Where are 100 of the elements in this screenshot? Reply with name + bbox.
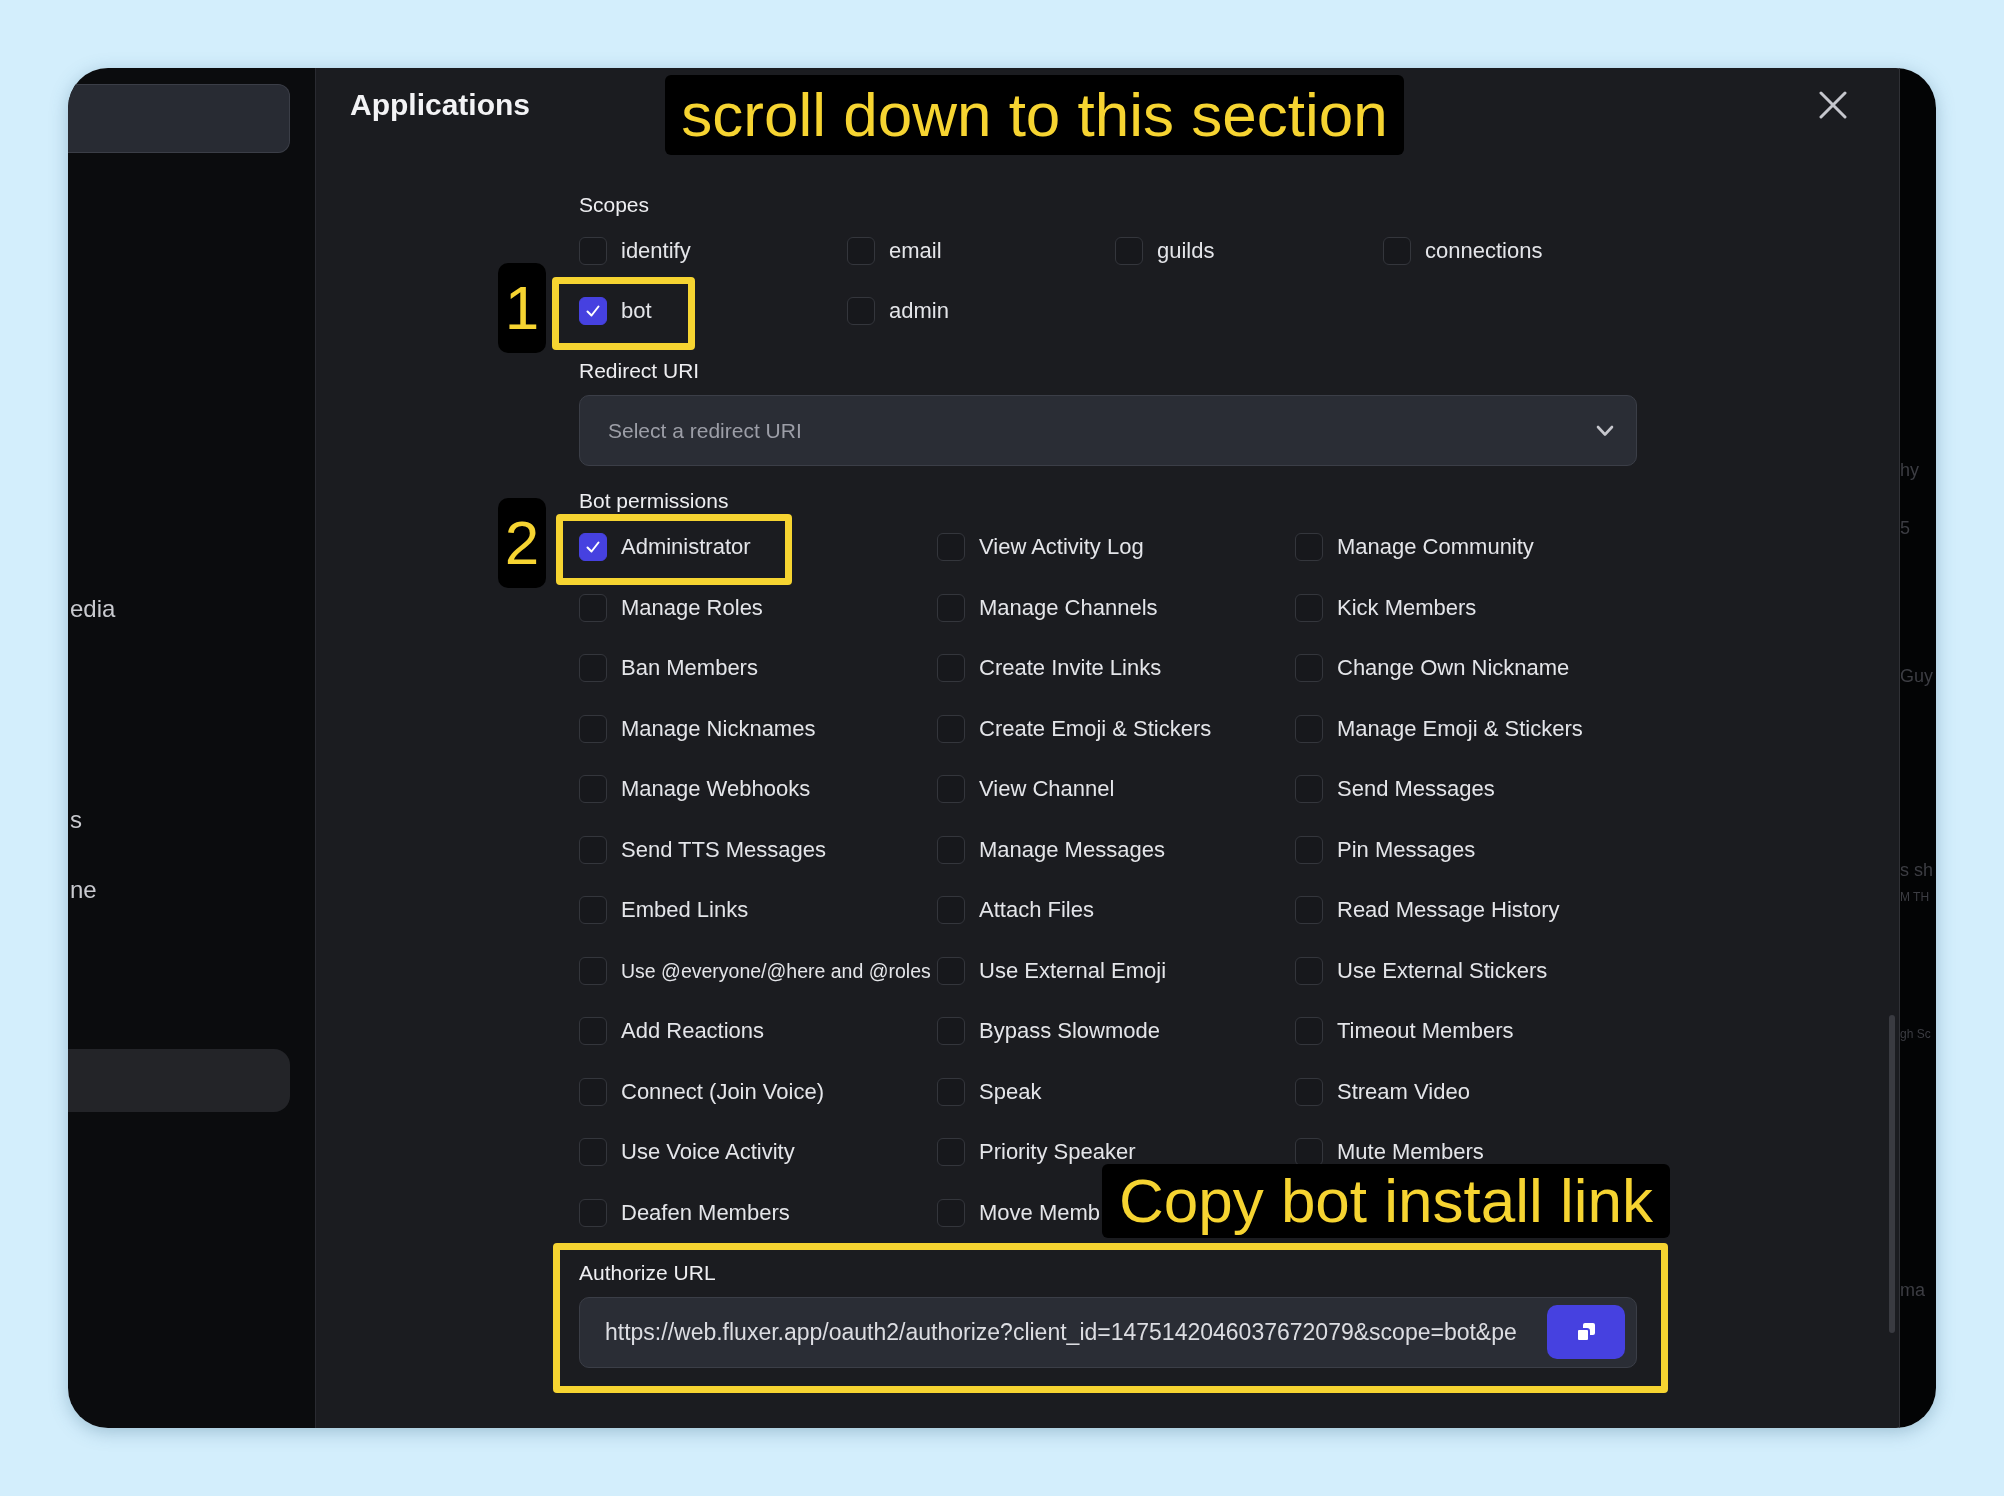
section-label: Scopes bbox=[579, 192, 650, 218]
checkbox[interactable] bbox=[937, 1138, 965, 1166]
checkbox[interactable] bbox=[937, 593, 965, 622]
check-icon bbox=[585, 539, 601, 555]
checkbox[interactable] bbox=[937, 714, 965, 743]
checkbox[interactable] bbox=[847, 237, 875, 265]
checkbox[interactable] bbox=[937, 1017, 965, 1045]
checkbox-label: Bypass Slowmode bbox=[979, 1018, 1160, 1044]
sidebar-item[interactable]: edia bbox=[68, 595, 116, 623]
checkbox-label: Manage Nicknames bbox=[621, 715, 816, 742]
checkbox[interactable] bbox=[937, 1198, 965, 1227]
checkbox[interactable] bbox=[579, 1138, 607, 1166]
checkbox-label: Manage Emoji & Stickers bbox=[1337, 715, 1583, 742]
background-text: ma bbox=[1900, 1279, 1925, 1301]
checkbox-label: guilds bbox=[1157, 238, 1215, 264]
checkbox[interactable] bbox=[579, 1017, 607, 1045]
checkbox-label: Use @everyone/@here and @roles bbox=[621, 958, 931, 984]
checkbox-label: Add Reactions bbox=[621, 1018, 765, 1044]
checkbox[interactable] bbox=[847, 297, 875, 325]
sidebar-item[interactable]: ne bbox=[68, 876, 97, 904]
checkbox-label: Manage Channels bbox=[979, 594, 1158, 621]
background-text: 5 bbox=[1900, 517, 1910, 539]
checkbox-label: Manage Roles bbox=[621, 594, 763, 621]
scrollbar-thumb[interactable] bbox=[1889, 1015, 1895, 1333]
checkbox-label: Priority Speaker bbox=[979, 1139, 1136, 1165]
checkbox[interactable] bbox=[579, 775, 607, 803]
checkbox-label: Ban Members bbox=[621, 655, 758, 681]
checkbox[interactable] bbox=[579, 297, 607, 325]
checkbox[interactable] bbox=[1295, 714, 1323, 743]
checkbox[interactable] bbox=[579, 593, 607, 622]
checkbox-label: Use External Stickers bbox=[1337, 957, 1548, 984]
checkbox[interactable] bbox=[579, 237, 607, 265]
checkbox[interactable] bbox=[1295, 835, 1323, 864]
checkbox-label: Speak bbox=[979, 1078, 1042, 1105]
checkbox[interactable] bbox=[579, 1077, 607, 1106]
checkbox-label: Manage Community bbox=[1337, 534, 1534, 560]
checkbox-label: Send TTS Messages bbox=[621, 836, 827, 863]
checkbox-label: View Channel bbox=[979, 776, 1115, 802]
section-label: Authorize URL bbox=[579, 1259, 716, 1286]
checkbox-label: Manage Webhooks bbox=[621, 776, 811, 802]
section-label: Bot permissions bbox=[579, 488, 729, 514]
sidebar-item[interactable]: s bbox=[68, 806, 82, 834]
checkbox[interactable] bbox=[579, 835, 607, 864]
checkbox-label: View Activity Log bbox=[979, 534, 1144, 560]
checkbox-label: Stream Video bbox=[1337, 1078, 1470, 1105]
checkbox[interactable] bbox=[937, 835, 965, 864]
checkbox-label: Use Voice Activity bbox=[621, 1139, 795, 1165]
background-text: s sh bbox=[1900, 859, 1933, 881]
checkbox-label: bot bbox=[621, 298, 652, 324]
section-label: Redirect URI bbox=[579, 358, 700, 384]
url-field[interactable]: https://web.fluxer.app/oauth2/authorize?client_id=1475142046037672079&scope=bot&pe bbox=[579, 1296, 1637, 1368]
checkbox-label: Send Messages bbox=[1337, 776, 1495, 802]
checkbox-label: Deafen Members bbox=[621, 1199, 790, 1226]
checkbox-label: Change Own Nickname bbox=[1337, 655, 1570, 681]
annotation-caption: scroll down to this section bbox=[665, 75, 1404, 155]
checkbox[interactable] bbox=[579, 1198, 607, 1227]
checkbox[interactable] bbox=[579, 533, 607, 561]
checkbox-label: admin bbox=[889, 298, 949, 324]
checkbox[interactable] bbox=[579, 956, 607, 985]
checkbox-label: Manage Messages bbox=[979, 836, 1165, 863]
annotation-caption: Copy bot install link bbox=[1102, 1164, 1670, 1238]
checkbox-label: Attach Files bbox=[979, 897, 1094, 923]
checkbox[interactable] bbox=[1295, 533, 1323, 561]
checkbox[interactable] bbox=[937, 533, 965, 561]
check-icon bbox=[585, 303, 601, 319]
checkbox[interactable] bbox=[1115, 237, 1143, 265]
checkbox[interactable] bbox=[579, 654, 607, 682]
checkbox-label: connections bbox=[1425, 238, 1543, 264]
checkbox-label: Mute Members bbox=[1337, 1139, 1484, 1165]
checkbox[interactable] bbox=[1295, 775, 1323, 803]
close-icon[interactable] bbox=[1819, 91, 1847, 119]
background-text: hy bbox=[1900, 459, 1919, 481]
copy-icon bbox=[1576, 1322, 1596, 1342]
checkbox[interactable] bbox=[1295, 956, 1323, 985]
checkbox[interactable] bbox=[1295, 1138, 1323, 1166]
background-text: Guy bbox=[1900, 665, 1933, 687]
checkbox[interactable] bbox=[579, 714, 607, 743]
copy-button[interactable] bbox=[1547, 1305, 1625, 1359]
checkbox[interactable] bbox=[1295, 896, 1323, 924]
checkbox[interactable] bbox=[1295, 593, 1323, 622]
checkbox[interactable] bbox=[1295, 1077, 1323, 1106]
checkbox[interactable] bbox=[579, 896, 607, 924]
redirect-uri-select[interactable]: Select a redirect URI bbox=[579, 395, 1637, 466]
checkbox[interactable] bbox=[937, 956, 965, 985]
checkbox[interactable] bbox=[937, 775, 965, 803]
checkbox[interactable] bbox=[937, 896, 965, 924]
background-text: M TH bbox=[1900, 890, 1930, 904]
step-number-badge: 1 bbox=[498, 263, 546, 353]
checkbox-label: Move Memb bbox=[979, 1199, 1101, 1226]
checkbox-label: Create Invite Links bbox=[979, 655, 1162, 681]
checkbox-label: Embed Links bbox=[621, 897, 749, 923]
checkbox[interactable] bbox=[937, 654, 965, 682]
checkbox-label: Connect (Join Voice) bbox=[621, 1078, 824, 1105]
checkbox[interactable] bbox=[1383, 237, 1411, 265]
checkbox-label: Read Message History bbox=[1337, 897, 1560, 923]
checkbox-label: Pin Messages bbox=[1337, 836, 1476, 863]
checkbox[interactable] bbox=[1295, 1017, 1323, 1045]
checkbox[interactable] bbox=[937, 1077, 965, 1106]
checkbox[interactable] bbox=[1295, 654, 1323, 682]
sidebar-field[interactable] bbox=[68, 84, 290, 153]
